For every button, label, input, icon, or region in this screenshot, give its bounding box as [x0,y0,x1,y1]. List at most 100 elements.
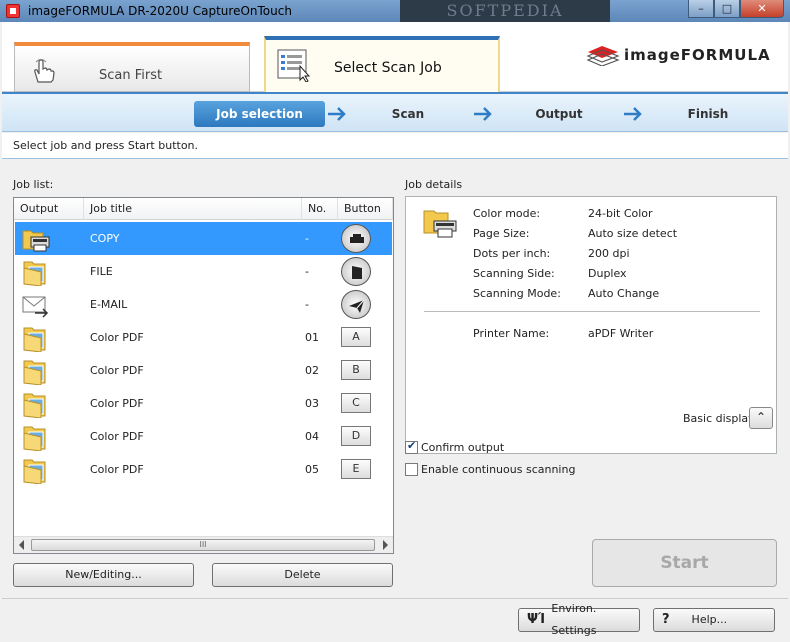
column-button[interactable]: Button [338,198,393,220]
folder-icon [23,360,46,385]
confirm-output-checkbox[interactable] [405,439,418,454]
arrow-right-icon [474,107,492,121]
maximize-button[interactable]: □ [714,0,740,18]
job-title: E-MAIL [90,298,128,311]
detail-value: Duplex [588,267,627,280]
title-bar: imageFORMULA DR-2020U CaptureOnTouch SOF… [0,0,790,22]
tab-scan-first[interactable]: Scan First [14,42,250,92]
scanner-button-b[interactable]: B [341,360,371,380]
step-output-confirmation: Output confirmation [516,107,602,147]
app-icon [6,4,20,18]
table-row[interactable]: COPY - [15,222,392,255]
detail-value: 200 dpi [588,247,630,260]
scanner-button-a[interactable]: A [341,327,371,347]
job-list-label: Job list: [13,178,54,191]
scanner-button-file[interactable] [341,257,371,286]
tab-select-scan-job-label: Select Scan Job [334,60,442,76]
job-title: Color PDF [90,364,144,377]
logo-mark-icon [586,46,620,66]
chevron-up-icon: ⌃ [755,410,767,424]
help-button[interactable]: ? Help... [653,608,775,632]
imageformula-logo: imageFORMULA [586,44,771,66]
job-title: Color PDF [90,397,144,410]
folder-icon [23,327,46,352]
detail-value: Auto Change [588,287,660,300]
step-finish: Finish [687,107,729,121]
file-icon [352,266,362,279]
close-button[interactable]: ✕ [740,0,784,18]
job-list-icon [277,49,311,82]
start-button[interactable]: Start [592,539,777,587]
logo-text: imageFORMULA [624,46,771,64]
job-title: Color PDF [90,430,144,443]
environ-settings-label: Environ. Settings [551,602,597,637]
table-row[interactable]: Color PDF 01 A [15,321,392,354]
job-number: 03 [305,397,319,410]
table-row[interactable]: Color PDF 03 C [15,387,392,420]
job-details-label: Job details [405,178,463,191]
delete-button[interactable]: Delete [212,563,393,587]
table-row[interactable]: E-MAIL - [15,288,392,321]
job-number: 02 [305,364,319,377]
continuous-scanning-label: Enable continuous scanning [421,463,576,476]
new-editing-button[interactable]: New/Editing... [13,563,194,587]
job-list[interactable]: Output me... Job title No. Button COPY - [13,197,394,554]
printer-folder-icon [22,230,50,252]
divider [424,311,760,312]
printer-icon [350,234,364,243]
header: Scan First Select Scan Job imageFORMULA [2,22,788,94]
folder-icon [23,426,46,451]
tab-select-scan-job[interactable]: Select Scan Job [264,36,500,94]
tools-icon: ΨΊ [527,612,546,627]
scanner-button-e[interactable]: E [341,459,371,479]
detail-key: Color mode: [473,207,541,220]
table-row[interactable]: Color PDF 04 D [15,420,392,453]
help-icon: ? [662,612,670,627]
folder-icon [23,459,46,484]
email-icon [22,296,49,318]
table-row[interactable]: Color PDF 05 E [15,453,392,486]
horizontal-scrollbar[interactable]: III [14,536,393,553]
column-job-title[interactable]: Job title [84,198,302,220]
help-label: Help... [691,613,728,626]
basic-display-label: Basic display [683,412,755,425]
scroll-left-icon[interactable] [19,540,24,550]
detail-key: Page Size: [473,227,530,240]
table-row[interactable]: FILE - [15,255,392,288]
scanner-button-d[interactable]: D [341,426,371,446]
step-job-selection: Job selection [194,101,325,127]
scroll-thumb[interactable]: III [31,539,375,551]
client-area: Scan First Select Scan Job imageFORMULA … [2,22,788,640]
job-details-panel: Color mode: 24-bit Color Page Size: Auto… [405,196,777,454]
job-title: COPY [90,232,120,245]
scroll-right-icon[interactable] [383,540,388,550]
scanner-button-email[interactable] [341,290,371,319]
watermark: SOFTPEDIA [400,0,610,22]
environ-settings-button[interactable]: ΨΊ Environ. Settings [518,602,640,637]
scanner-button-copy[interactable] [341,224,371,253]
detail-value: Auto size detect [588,227,678,240]
job-number: - [305,232,309,245]
column-no[interactable]: No. [302,198,338,220]
footer: ΨΊ Environ. Settings ? Help... [2,598,788,640]
detail-value: 24-bit Color [588,207,653,220]
detail-key: Scanning Mode: [473,287,561,300]
job-number: - [305,265,309,278]
printer-folder-icon [423,210,457,238]
minimize-button[interactable]: – [688,0,714,18]
arrow-right-icon [328,107,346,121]
step-scan: Scan [391,107,425,121]
scanner-button-c[interactable]: C [341,393,371,413]
instruction-text: Select job and press Start button. [2,133,788,159]
tab-scan-first-label: Scan First [99,68,163,83]
continuous-scanning-checkbox[interactable] [405,463,418,476]
job-number: 05 [305,463,319,476]
job-number: - [305,298,309,311]
detail-key: Scanning Side: [473,267,555,280]
basic-display-toggle-button[interactable]: ⌃ [749,407,773,429]
folder-icon [23,393,46,418]
table-row[interactable]: Color PDF 02 B [15,354,392,387]
column-output-method[interactable]: Output me... [14,198,84,237]
window-title: imageFORMULA DR-2020U CaptureOnTouch [28,4,292,18]
job-list-header: Output me... Job title No. Button [14,198,393,237]
